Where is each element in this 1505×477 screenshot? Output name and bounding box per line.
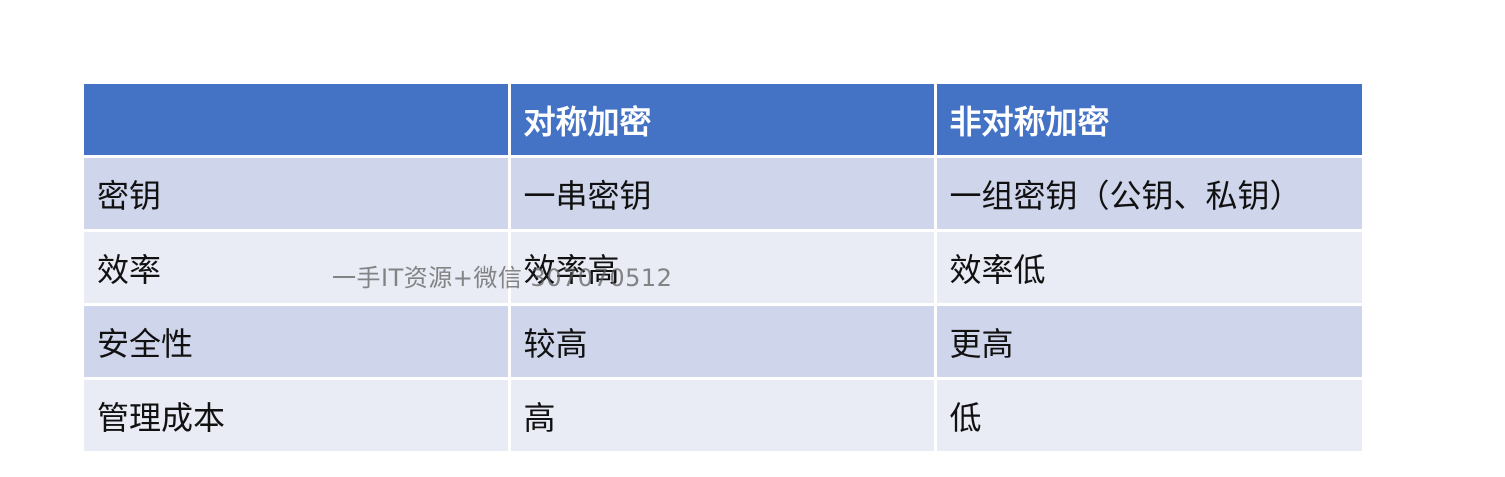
table-row: 效率 效率高 效率低 <box>84 229 1362 305</box>
row-label: 密钥 <box>84 155 509 231</box>
watermark-text: 一手IT资源+微信 307070512 <box>332 264 673 292</box>
symmetric-value: 高 <box>507 377 935 451</box>
table-header-row: 对称加密 非对称加密 <box>84 84 1362 158</box>
slide: 对称加密 非对称加密 密钥 一串密钥 一组密钥（公钥、私钥） 效率 效率高 效率… <box>0 0 1505 477</box>
header-cell-asymmetric: 非对称加密 <box>933 84 1362 158</box>
asymmetric-value: 更高 <box>933 303 1362 379</box>
symmetric-value: 较高 <box>507 303 935 379</box>
row-label: 安全性 <box>84 303 509 379</box>
asymmetric-value: 一组密钥（公钥、私钥） <box>933 155 1362 231</box>
asymmetric-value: 效率低 <box>933 229 1362 305</box>
table-row: 安全性 较高 更高 <box>84 303 1362 379</box>
table-row: 密钥 一串密钥 一组密钥（公钥、私钥） <box>84 155 1362 231</box>
header-cell-symmetric: 对称加密 <box>507 84 935 158</box>
table-row: 管理成本 高 低 <box>84 377 1362 451</box>
symmetric-value: 一串密钥 <box>507 155 935 231</box>
asymmetric-value: 低 <box>933 377 1362 451</box>
comparison-table: 对称加密 非对称加密 密钥 一串密钥 一组密钥（公钥、私钥） 效率 效率高 效率… <box>84 84 1362 451</box>
row-label: 管理成本 <box>84 377 509 451</box>
header-cell-empty <box>84 84 509 158</box>
